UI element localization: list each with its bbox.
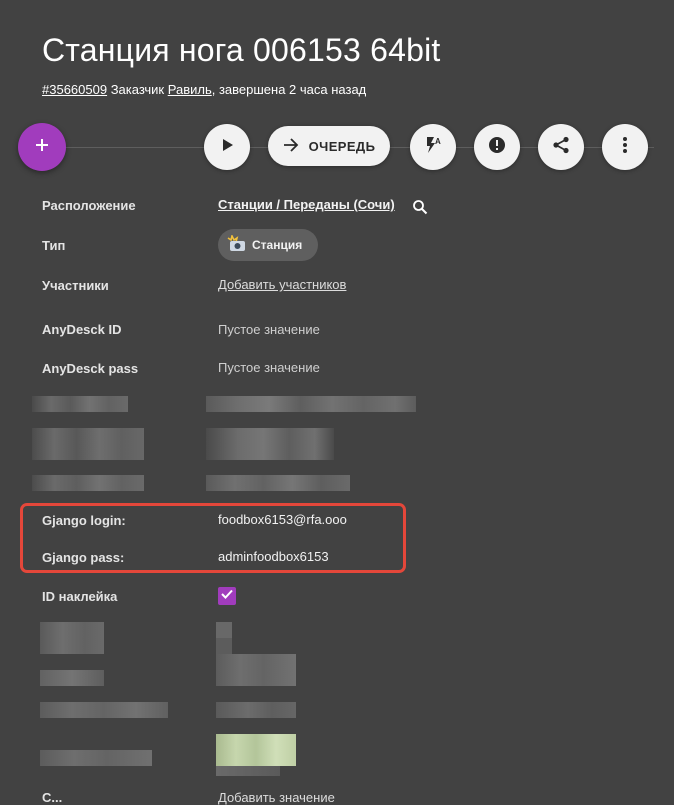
- redacted-value: [216, 702, 296, 718]
- redacted-value: [206, 428, 334, 460]
- id-sticker-checkbox[interactable]: [218, 587, 236, 605]
- flash-auto-button[interactable]: A: [410, 124, 456, 170]
- redacted-value: [216, 622, 232, 638]
- search-icon[interactable]: [412, 199, 428, 220]
- redacted-image: [216, 766, 280, 776]
- flash-auto-icon: A: [423, 135, 443, 160]
- redacted-label: [40, 670, 104, 686]
- queue-button[interactable]: ОЧЕРЕДЬ: [268, 126, 390, 166]
- add-participants-link[interactable]: Добавить участников: [218, 277, 346, 292]
- more-button[interactable]: [602, 124, 648, 170]
- svg-text:A: A: [435, 137, 441, 146]
- plus-icon: [35, 138, 49, 157]
- redacted-image: [216, 734, 296, 766]
- camera-flash-icon: [226, 233, 246, 256]
- location-label: Расположение: [42, 198, 136, 213]
- status-text: , завершена 2 часа назад: [211, 82, 367, 97]
- redacted-label: [32, 475, 144, 491]
- redacted-value: [206, 396, 416, 412]
- redacted-value: [206, 475, 350, 491]
- participants-label: Участники: [42, 278, 109, 293]
- alert-button[interactable]: [474, 124, 520, 170]
- gjango-pass-label: Gjango pass:: [42, 550, 125, 565]
- gjango-login-value[interactable]: foodbox6153@rfa.ooo: [218, 512, 347, 527]
- share-button[interactable]: [538, 124, 584, 170]
- redacted-label: [40, 750, 152, 766]
- arrow-right-icon: [283, 137, 299, 155]
- redacted-label: [32, 428, 144, 460]
- anydesk-id-value[interactable]: Пустое значение: [218, 322, 320, 337]
- ticket-id-link[interactable]: #35660509: [42, 82, 107, 97]
- redacted-label: [40, 622, 104, 654]
- ticket-meta: #35660509 Заказчик Равиль, завершена 2 ч…: [42, 82, 366, 97]
- anydesk-pass-label: AnyDesck pass: [42, 361, 139, 376]
- anydesk-id-label: AnyDesck ID: [42, 322, 122, 337]
- redacted-value: [216, 654, 296, 686]
- play-button[interactable]: [204, 124, 250, 170]
- type-chip-label: Станция: [252, 238, 303, 252]
- type-label: Тип: [42, 238, 66, 253]
- redacted-value: [216, 638, 232, 654]
- partial-value[interactable]: Добавить значение: [218, 790, 335, 805]
- customer-link[interactable]: Равиль: [168, 82, 212, 97]
- share-icon: [552, 136, 570, 159]
- page-title: Станция нога 006153 64bit: [42, 32, 441, 68]
- participants-value[interactable]: Добавить участников: [218, 277, 346, 292]
- customer-prefix: Заказчик: [110, 82, 165, 97]
- location-value[interactable]: Станции / Переданы (Сочи): [218, 197, 395, 212]
- play-icon: [220, 138, 234, 157]
- add-button[interactable]: [18, 123, 66, 171]
- redacted-label: [32, 396, 128, 412]
- location-link[interactable]: Станции / Переданы (Сочи): [218, 197, 395, 212]
- queue-label: ОЧЕРЕДЬ: [308, 138, 376, 154]
- gjango-pass-value[interactable]: adminfoodbox6153: [218, 549, 329, 564]
- partial-label: С...: [42, 790, 63, 805]
- check-icon: [220, 587, 234, 606]
- type-chip[interactable]: Станция: [218, 229, 318, 261]
- redacted-label: [40, 702, 168, 718]
- gjango-login-label: Gjango login:: [42, 513, 126, 528]
- more-vert-icon: [622, 136, 628, 159]
- anydesk-pass-value[interactable]: Пустое значение: [218, 360, 320, 375]
- id-sticker-label: ID наклейка: [42, 589, 118, 604]
- alert-circle-icon: [488, 136, 506, 159]
